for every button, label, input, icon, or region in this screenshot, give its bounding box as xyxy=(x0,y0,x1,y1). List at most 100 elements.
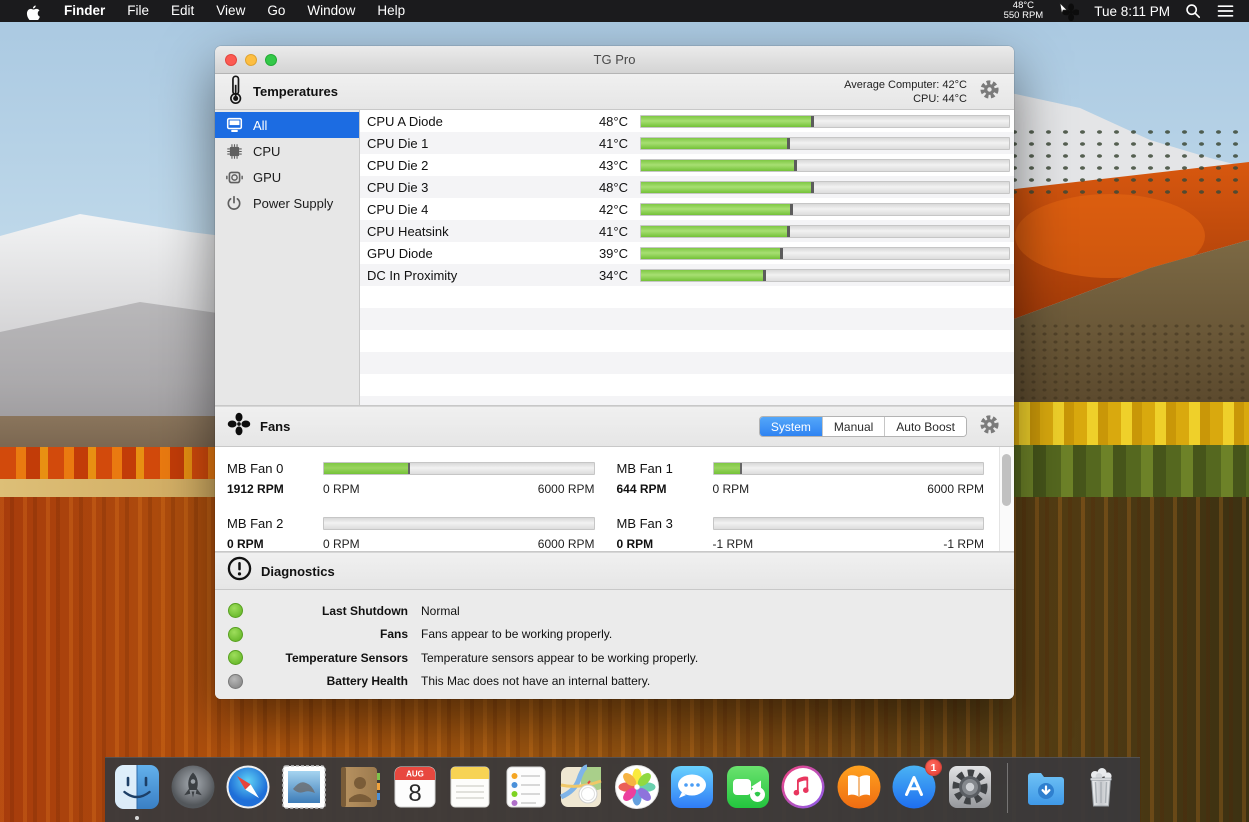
dock-item-mail[interactable] xyxy=(280,763,328,811)
notification-center-icon[interactable] xyxy=(1216,4,1235,18)
diagnostics-header: Diagnostics xyxy=(215,552,1014,590)
dock-item-downloads[interactable] xyxy=(1022,763,1070,811)
sensor-name: CPU Die 2 xyxy=(360,158,582,173)
chip-icon xyxy=(224,143,244,160)
menu-item-help[interactable]: Help xyxy=(366,0,416,22)
temperature-row[interactable]: DC In Proximity34°C xyxy=(360,264,1014,286)
temperature-bar xyxy=(640,225,1010,238)
close-button[interactable] xyxy=(225,54,237,66)
fan-mode-auto-boost[interactable]: Auto Boost xyxy=(885,417,966,436)
notification-badge: 1 xyxy=(925,759,942,776)
fan-min-label: 0 RPM xyxy=(713,482,750,496)
dock-item-maps[interactable] xyxy=(557,763,605,811)
fan-mode-manual[interactable]: Manual xyxy=(823,417,885,436)
app-icon-contacts xyxy=(335,763,383,811)
fan-cursor-icon[interactable] xyxy=(1058,2,1079,21)
wallpaper-left-autumn-band xyxy=(0,447,232,479)
dock-item-calendar[interactable]: AUG8 xyxy=(391,763,439,811)
app-icon-downloads xyxy=(1022,763,1070,811)
diagnostic-label: Temperature Sensors xyxy=(256,651,408,665)
temperature-row[interactable]: CPU A Diode48°C xyxy=(360,110,1014,132)
dock-item-finder[interactable] xyxy=(113,763,161,811)
app-icon-safari xyxy=(224,763,272,811)
sensor-name: GPU Diode xyxy=(360,246,582,261)
temperature-row[interactable]: CPU Die 243°C xyxy=(360,154,1014,176)
temperature-row[interactable]: CPU Heatsink41°C xyxy=(360,220,1014,242)
dock-item-app-store[interactable]: 1 xyxy=(890,763,938,811)
menu-clock[interactable]: Tue 8:11 PM xyxy=(1094,4,1170,19)
temperature-row[interactable]: CPU Die 442°C xyxy=(360,198,1014,220)
temperature-row[interactable]: CPU Die 348°C xyxy=(360,176,1014,198)
power-icon xyxy=(224,195,244,211)
dock-item-launchpad[interactable] xyxy=(169,763,217,811)
dock-item-facetime[interactable] xyxy=(724,763,772,811)
dock-item-trash[interactable] xyxy=(1077,763,1125,811)
app-icon-itunes xyxy=(779,763,827,811)
sensor-name: DC In Proximity xyxy=(360,268,582,283)
dock-item-system-preferences[interactable] xyxy=(946,763,994,811)
apple-menu-icon[interactable] xyxy=(14,3,53,20)
app-icon-photos xyxy=(613,763,661,811)
temperatures-content: AllCPUGPUPower Supply CPU A Diode48°CCPU… xyxy=(215,110,1014,406)
dock-item-photos[interactable] xyxy=(613,763,661,811)
sensor-temperature: 41°C xyxy=(582,224,640,239)
fan-speed-bar[interactable] xyxy=(323,462,595,475)
dock-item-ibooks[interactable] xyxy=(835,763,883,811)
temperature-bar xyxy=(640,115,1010,128)
fan-row-bottom: 0 RPM-1 RPM-1 RPM xyxy=(617,535,985,552)
zoom-button[interactable] xyxy=(265,54,277,66)
fans-settings-gear-icon[interactable] xyxy=(979,414,1000,440)
menu-item-file[interactable]: File xyxy=(116,0,160,22)
fan-item: MB Fan 01912 RPM0 RPM6000 RPM xyxy=(227,456,595,498)
diagnostics-title: Diagnostics xyxy=(261,564,335,579)
fan-range: 0 RPM6000 RPM xyxy=(323,482,595,496)
dock-item-reminders[interactable] xyxy=(502,763,550,811)
menu-item-edit[interactable]: Edit xyxy=(160,0,205,22)
fan-max-label: 6000 RPM xyxy=(538,482,595,496)
spotlight-search-icon[interactable] xyxy=(1185,3,1201,19)
dock-item-itunes[interactable] xyxy=(779,763,827,811)
fans-scrollbar-thumb[interactable] xyxy=(1002,454,1011,506)
fan-speed-bar[interactable] xyxy=(323,517,595,530)
menu-item-view[interactable]: View xyxy=(205,0,256,22)
menu-item-window[interactable]: Window xyxy=(296,0,366,22)
fan-row-top: MB Fan 1 xyxy=(617,456,985,480)
dock-item-messages[interactable] xyxy=(668,763,716,811)
temperature-summary: Average Computer: 42°C CPU: 44°C xyxy=(844,78,967,106)
sensor-name: CPU Heatsink xyxy=(360,224,582,239)
dock-item-notes[interactable] xyxy=(446,763,494,811)
fan-row-top: MB Fan 0 xyxy=(227,456,595,480)
sidebar-item-gpu[interactable]: GPU xyxy=(215,164,359,190)
fan-speed-bar[interactable] xyxy=(713,517,985,530)
dock-item-contacts[interactable] xyxy=(335,763,383,811)
temperature-row[interactable]: GPU Diode39°C xyxy=(360,242,1014,264)
fan-mode-system[interactable]: System xyxy=(760,417,823,436)
fan-row-bottom: 1912 RPM0 RPM6000 RPM xyxy=(227,480,595,498)
sidebar-item-cpu[interactable]: CPU xyxy=(215,138,359,164)
sensor-name: CPU A Diode xyxy=(360,114,582,129)
fan-max-label: 6000 RPM xyxy=(927,482,984,496)
fan-speed-bar[interactable] xyxy=(713,462,985,475)
fan-rpm-value: 0 RPM xyxy=(227,537,323,551)
minimize-button[interactable] xyxy=(245,54,257,66)
window-title: TG Pro xyxy=(594,52,636,67)
wallpaper-scrub-texture xyxy=(1006,322,1249,402)
temperature-row[interactable]: CPU Die 141°C xyxy=(360,132,1014,154)
diagnostic-row: FansFans appear to be working properly. xyxy=(215,623,1014,647)
avg-computer-label: Average Computer: xyxy=(844,79,939,91)
fans-scrollbar[interactable] xyxy=(999,447,1014,551)
temperatures-settings-gear-icon[interactable] xyxy=(979,79,1000,105)
menu-item-go[interactable]: Go xyxy=(256,0,296,22)
sidebar-item-all[interactable]: All xyxy=(215,112,359,138)
sidebar-item-power-supply[interactable]: Power Supply xyxy=(215,190,359,216)
dock-item-safari[interactable] xyxy=(224,763,272,811)
fan-name: MB Fan 2 xyxy=(227,516,323,531)
app-icon-reminders xyxy=(502,763,550,811)
diagnostic-row: Battery HealthThis Mac does not have an … xyxy=(215,670,1014,694)
window-titlebar[interactable]: TG Pro xyxy=(215,46,1014,74)
menu-item-finder[interactable]: Finder xyxy=(53,0,116,22)
tgpro-menu-status[interactable]: 48°C 550 RPM xyxy=(1004,1,1044,21)
fan-rpm-value: 1912 RPM xyxy=(227,482,323,496)
fans-header: Fans SystemManualAuto Boost xyxy=(215,406,1014,447)
diagnostic-text: Fans appear to be working properly. xyxy=(421,627,1014,641)
